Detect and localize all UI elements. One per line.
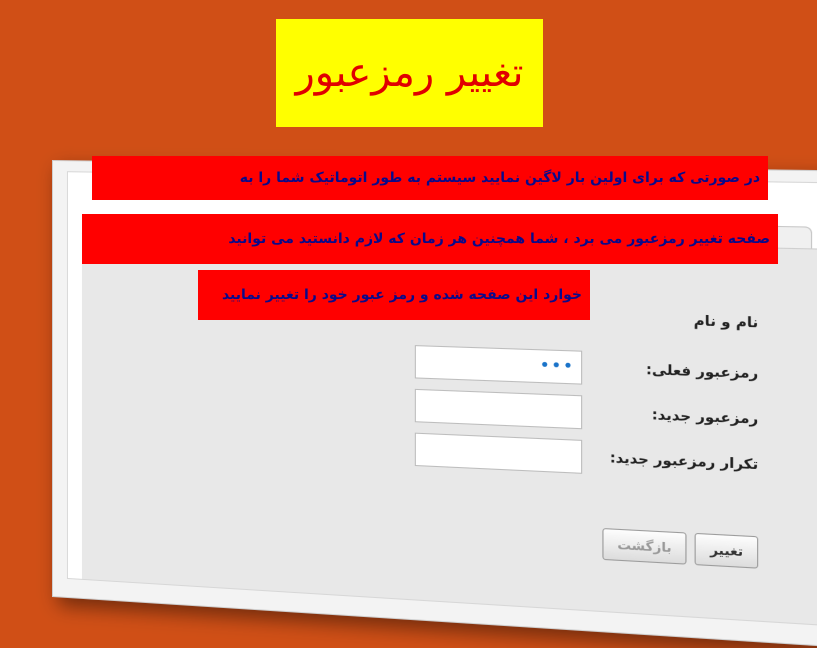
new-password-row: رمزعبور جدید: (414, 388, 759, 437)
current-password-row: رمزعبور فعلی: ••• (414, 345, 759, 391)
change-button[interactable]: تغییر (695, 532, 759, 569)
instruction-line-3: خوارد این صفحه شده و رمز عبور خود را تغی… (198, 270, 590, 320)
current-password-input[interactable]: ••• (414, 345, 583, 385)
repeat-password-input[interactable] (414, 432, 583, 474)
back-button[interactable]: بازگشت (602, 528, 687, 565)
current-password-label: رمزعبور فعلی: (645, 361, 759, 382)
page-title: تغییر رمزعبور (295, 50, 524, 96)
new-password-input[interactable] (414, 388, 583, 430)
name-label: نام و نام (693, 313, 759, 332)
title-banner: تغییر رمزعبور (276, 19, 543, 127)
repeat-password-row: تکرار رمزعبور جدید: (414, 432, 759, 482)
repeat-password-label: تکرار رمزعبور جدید: (609, 450, 759, 473)
name-row: نام و نام (598, 311, 758, 332)
instruction-line-2: صفحه تغییر رمزعبور می برد ، شما همچنین ه… (82, 214, 778, 264)
new-password-label: رمزعبور جدید: (651, 407, 759, 428)
instruction-line-1: در صورتی که برای اولین بار لاگین نمایید … (92, 156, 768, 200)
